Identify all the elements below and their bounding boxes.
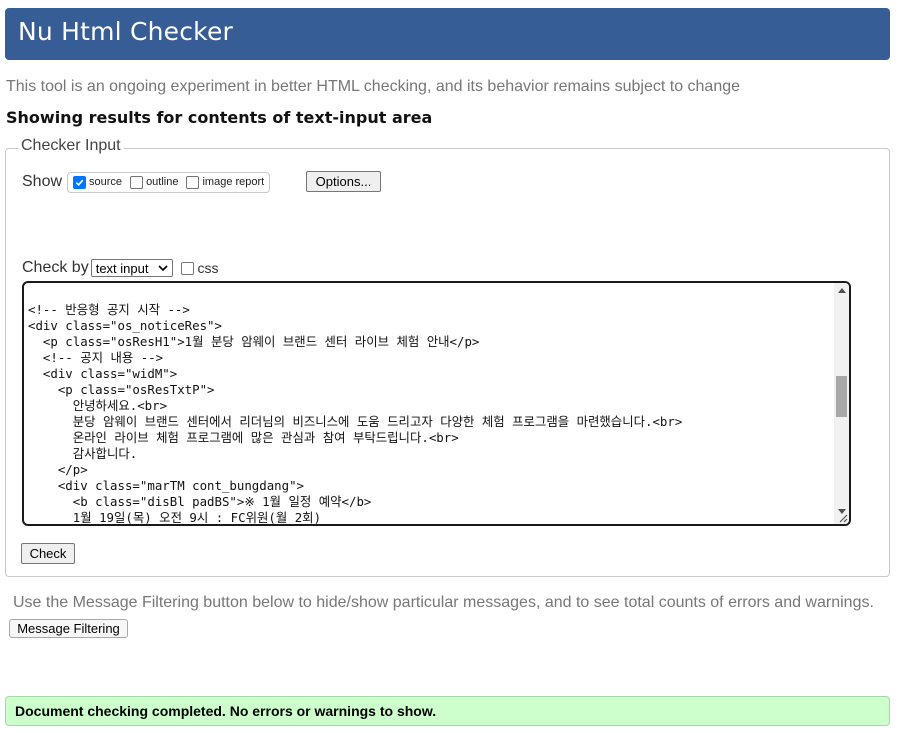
checkmark-icon	[75, 179, 84, 186]
scroll-up-arrow-icon[interactable]	[834, 283, 849, 298]
css-checkbox[interactable]	[181, 261, 195, 275]
css-label: css	[197, 260, 219, 276]
page-title: Nu Html Checker	[18, 17, 234, 46]
check-by-select[interactable]: text input	[90, 259, 174, 277]
outline-label: outline	[146, 176, 179, 188]
check-by-row: Check by text input css	[22, 258, 218, 278]
scrollbar-thumb[interactable]	[836, 376, 847, 417]
code-line: 분당 암웨이 브랜드 센터에서 리더님의 비즈니스에 도움 드리고자 다양한 체…	[28, 414, 683, 429]
code-line: <p class="osResH1">1월 분당 암웨이 브랜드 센터 라이브 …	[28, 334, 480, 349]
check-by-select-value: text input	[95, 260, 149, 276]
code-line: <div class="os_noticeRes">	[28, 318, 222, 333]
resize-grip-icon[interactable]	[838, 513, 848, 523]
code-line: 감사합니다.	[28, 446, 138, 461]
image-report-checkbox[interactable]	[186, 175, 200, 189]
image-report-label: image report	[202, 176, 265, 188]
filter-note: Use the Message Filtering button below t…	[13, 594, 874, 611]
code-line: 안녕하세요.<br>	[28, 398, 168, 413]
css-option[interactable]: css	[181, 260, 218, 276]
code-line: </p>	[28, 462, 88, 477]
check-by-label: Check by	[22, 259, 89, 276]
results-heading: Showing results for contents of text-inp…	[6, 108, 433, 127]
code-line: <b class="disBl padBS">※ 1월 일정 예약</b>	[28, 494, 372, 509]
chevron-down-icon	[158, 265, 169, 271]
source-code: <!-- 반응형 공지 시작 --> <div class="os_notice…	[28, 302, 683, 525]
outline-checkbox[interactable]	[130, 175, 144, 189]
code-line: <p class="osResTxtP">	[28, 382, 215, 397]
show-options-group: source outline image report	[67, 171, 271, 193]
source-checkbox[interactable]	[73, 175, 87, 189]
show-row: Show source outline image report	[22, 170, 271, 194]
show-outline-option[interactable]: outline	[130, 175, 179, 189]
show-image-report-option[interactable]: image report	[186, 175, 265, 189]
code-line: <!-- 반응형 공지 시작 -->	[28, 302, 190, 317]
code-line: 온라인 라이브 체험 프로그램에 많은 관심과 참여 부탁드립니다.<br>	[28, 430, 459, 445]
checker-input-legend: Checker Input	[18, 137, 124, 155]
show-label: Show	[22, 173, 63, 190]
tagline: This tool is an ongoing experiment in be…	[6, 78, 741, 95]
code-line: <div class="widM">	[28, 366, 178, 381]
code-line: 1월 19일(목) 오전 9시 : FC위원(월 2회)	[28, 510, 322, 525]
message-filtering-button[interactable]: Message Filtering	[9, 619, 128, 638]
source-textarea[interactable]: <!-- 반응형 공지 시작 --> <div class="os_notice…	[22, 281, 851, 526]
status-message: Document checking completed. No errors o…	[5, 696, 890, 726]
vertical-scrollbar[interactable]	[834, 283, 849, 524]
page-header: Nu Html Checker	[5, 8, 890, 60]
check-button[interactable]: Check	[21, 543, 75, 564]
code-line: <div class="marTM cont_bungdang">	[28, 478, 305, 493]
show-source-option[interactable]: source	[73, 175, 123, 189]
source-label: source	[89, 176, 123, 188]
options-button[interactable]: Options...	[306, 171, 381, 192]
code-line: <!-- 공지 내용 -->	[28, 350, 164, 365]
